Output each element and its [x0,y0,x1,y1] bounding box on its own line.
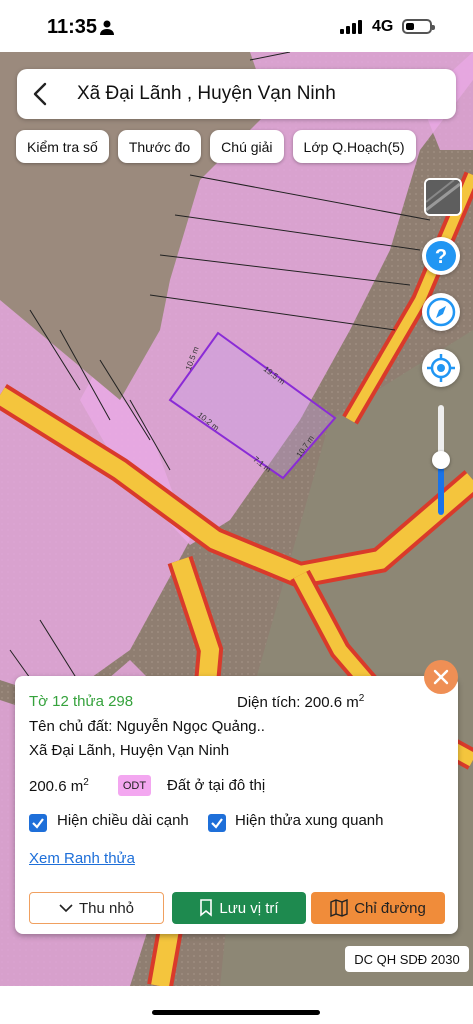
save-location-label: Lưu vị trí [219,899,279,917]
satellite-layer-icon [426,180,460,214]
layer-switch-button[interactable] [424,178,462,216]
status-time: 11:35 [47,16,98,38]
owner-name: Tên chủ đất: Nguyễn Ngọc Quảng.. [29,718,265,735]
chip-planning-layer[interactable]: Lớp Q.Hoạch(5) [292,130,416,163]
view-boundary-link[interactable]: Xem Ranh thửa [29,850,135,867]
parcel-id: Tờ 12 thửa 298 [29,693,134,710]
compass-icon [426,297,456,327]
land-area-sup: 2 [83,777,89,788]
location-header[interactable]: Xã Đại Lãnh , Huyện Vạn Ninh [17,69,456,119]
area-unit-sup: 2 [358,693,365,704]
chip-ruler[interactable]: Thước đo [117,130,202,163]
compass-button[interactable] [422,293,460,331]
save-location-button[interactable]: Lưu vị trí [172,892,306,924]
parcel-info-card: Tờ 12 thửa 298 Diện tích: 200.6 m2 Tên c… [15,676,458,934]
network-type: 4G [372,18,394,35]
toolbar-chips: Kiểm tra số Thước đo Chú giải Lớp Q.Hoạc… [16,130,416,163]
chip-legend[interactable]: Chú giải [210,130,284,163]
parcel-area-label: Diện tích: 200.6 m [237,694,359,711]
status-bar: 11:35 4G [0,0,473,52]
close-icon [433,669,449,685]
help-button[interactable]: ? [422,237,460,275]
bookmark-icon [200,899,213,917]
directions-button[interactable]: Chỉ đường [311,892,445,924]
back-arrow-icon[interactable] [29,81,53,107]
directions-label: Chỉ đường [354,899,426,917]
surrounding-label[interactable]: Hiện thửa xung quanh [235,812,383,829]
planning-badge[interactable]: DC QH SDĐ 2030 [345,946,469,972]
checkmark-icon [211,818,223,829]
location-target-icon [427,354,455,382]
home-indicator[interactable] [152,1010,320,1015]
parcel-location: Xã Đại Lãnh, Huyện Vạn Ninh [29,742,230,759]
close-card-button[interactable] [424,660,458,694]
map-icon [330,899,348,917]
question-icon: ? [426,241,456,271]
bottom-bar [0,986,473,1024]
land-type: Đất ở tại đô thị [167,777,266,794]
checkmark-icon [32,818,44,829]
svg-text:?: ? [435,246,447,268]
land-area-value: 200.6 m [29,778,84,795]
surrounding-checkbox[interactable] [208,814,226,832]
chip-check-number[interactable]: Kiểm tra số [16,130,109,163]
zoom-slider[interactable] [432,405,450,515]
edge-length-checkbox[interactable] [29,814,47,832]
battery-icon [402,19,435,34]
parcel-area: Diện tích: 200.6 m2 [237,693,364,711]
my-location-button[interactable] [422,349,460,387]
land-code-badge: ODT [118,775,151,796]
zoom-slider-thumb[interactable] [432,451,450,469]
collapse-button[interactable]: Thu nhỏ [29,892,164,924]
collapse-label: Thu nhỏ [78,899,135,917]
location-title: Xã Đại Lãnh , Huyện Vạn Ninh [77,83,336,104]
edge-length-label[interactable]: Hiện chiều dài cạnh [57,812,189,829]
signal-icon [340,20,362,34]
person-icon [100,20,114,35]
land-area: 200.6 m2 [29,777,89,795]
chevron-down-icon [59,904,73,913]
